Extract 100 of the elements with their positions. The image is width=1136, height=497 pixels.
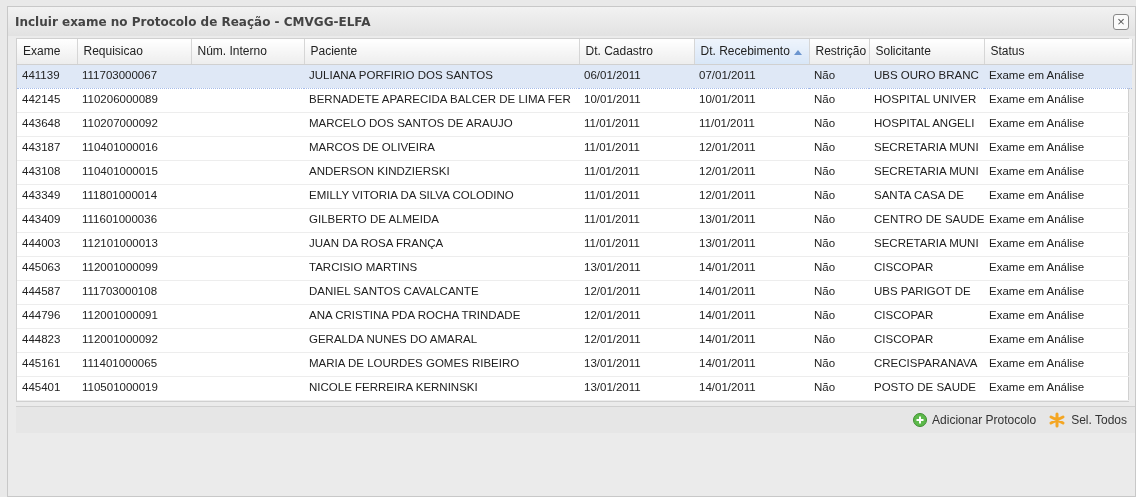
table-cell: Não [814, 213, 836, 226]
table-cell: 445161 [22, 357, 61, 370]
table-cell: 12/01/2011 [699, 141, 756, 154]
table-cell: Não [814, 381, 836, 394]
table-row[interactable]: 445161 111401000065 MARIA DE LOURDES GOMES RIBEIRO 13/01/2011 14/01/2011 Não CRECISPARANAVA Exame em Análise [17, 352, 1132, 376]
table-cell: Não [814, 261, 836, 274]
table-cell: Não [814, 333, 836, 346]
table-cell: Exame em Análise [989, 165, 1085, 178]
table-cell: SECRETARIA MUNI [874, 165, 979, 178]
table-cell: Não [814, 165, 836, 178]
table-row[interactable]: 444003 112101000013 JUAN DA ROSA FRANÇA 11/01/2011 13/01/2011 Não SECRETARIA MUNI Exame em Análise [17, 232, 1132, 256]
select-all-button[interactable]: Sel. Todos [1046, 410, 1129, 429]
table-cell: UBS OURO BRANC [874, 69, 979, 82]
table-cell: 445401 [22, 381, 61, 394]
table-cell: 111703000108 [82, 285, 158, 298]
table-row[interactable]: 444796 112001000091 ANA CRISTINA PDA ROCHA TRINDADE 12/01/2011 14/01/2011 Não CISCOPAR Exame em Análise [17, 304, 1132, 328]
table-cell: Não [814, 285, 836, 298]
column-header[interactable]: Restrição [809, 39, 869, 64]
table-cell: 444823 [22, 333, 61, 346]
table-cell: Não [814, 69, 836, 82]
table-cell: Não [814, 309, 836, 322]
table-cell: Não [814, 117, 836, 130]
table-row[interactable]: 443108 110401000015 ANDERSON KINDZIERSKI 11/01/2011 12/01/2011 Não SECRETARIA MUNI Exame em Análise [17, 160, 1132, 184]
plus-circle-icon [913, 412, 928, 427]
table-cell: GILBERTO DE ALMEIDA [309, 213, 439, 226]
table-cell: 13/01/2011 [584, 261, 641, 274]
table-cell: 443187 [22, 141, 61, 154]
close-button[interactable]: × [1113, 13, 1129, 30]
table-cell: 11/01/2011 [584, 141, 640, 154]
table-cell: Não [814, 93, 836, 106]
table-cell: 443409 [22, 213, 61, 226]
table-cell: 14/01/2011 [699, 357, 756, 370]
table-cell: CISCOPAR [874, 333, 934, 346]
table-cell: DANIEL SANTOS CAVALCANTE [309, 285, 479, 298]
table-cell: CISCOPAR [874, 261, 934, 274]
table-cell: 442145 [22, 93, 61, 106]
column-header[interactable]: Paciente [304, 39, 579, 64]
column-header[interactable]: Dt. Cadastro [579, 39, 694, 64]
table-row[interactable]: 441139 111703000067 JULIANA PORFIRIO DOS SANTOS 06/01/2011 07/01/2011 Não UBS OURO BRANC Exame em Análise [17, 64, 1132, 88]
table-cell: 111601000036 [82, 213, 158, 226]
table-cell: Não [814, 189, 836, 202]
table-cell: 11/01/2011 [584, 213, 640, 226]
table-cell: 445063 [22, 261, 61, 274]
table-cell: 11/01/2011 [584, 117, 640, 130]
table-cell: Exame em Análise [989, 69, 1085, 82]
table-cell: 11/01/2011 [699, 117, 755, 130]
column-header[interactable]: Exame [17, 39, 77, 64]
table-cell: Exame em Análise [989, 285, 1085, 298]
table-cell: MARCELO DOS SANTOS DE ARAUJO [309, 117, 513, 130]
table-row[interactable]: 445063 112001000099 TARCISIO MARTINS 13/01/2011 14/01/2011 Não CISCOPAR Exame em Análise [17, 256, 1132, 280]
column-header[interactable]: Status [984, 39, 1132, 64]
table-cell: 11/01/2011 [584, 189, 640, 202]
table-cell: 110207000092 [82, 117, 158, 130]
table-cell: 12/01/2011 [584, 285, 641, 298]
table-cell: Não [814, 141, 836, 154]
table-cell: Exame em Análise [989, 213, 1085, 226]
table-cell: CISCOPAR [874, 309, 934, 322]
table-cell: 110401000015 [82, 165, 158, 178]
table-cell: 14/01/2011 [699, 261, 756, 274]
table-cell: TARCISIO MARTINS [309, 261, 418, 274]
column-header[interactable]: Solicitante [869, 39, 984, 64]
table-cell: Exame em Análise [989, 309, 1085, 322]
table-cell: 14/01/2011 [699, 333, 756, 346]
table-cell: 441139 [22, 69, 60, 82]
table-row[interactable]: 445401 110501000019 NICOLE FERREIRA KERNINSKI 13/01/2011 14/01/2011 Não POSTO DE SAUDE Exame em Análise [17, 376, 1132, 400]
table-row[interactable]: 443349 111801000014 EMILLY VITORIA DA SILVA COLODINO 11/01/2011 12/01/2011 Não SANTA CASA DE Exame em Análise [17, 184, 1132, 208]
table-row[interactable]: 443648 110207000092 MARCELO DOS SANTOS DE ARAUJO 11/01/2011 11/01/2011 Não HOSPITAL ANGELI Exame em Análise [17, 112, 1132, 136]
table-cell: 110401000016 [82, 141, 158, 154]
table-row[interactable]: 442145 110206000089 BERNADETE APARECIDA BALCER DE LIMA FER 10/01/2011 10/01/2011 Não HOSPITAL UNIVER Exame em Análise [17, 88, 1132, 112]
table-cell: 14/01/2011 [699, 285, 756, 298]
table-row[interactable]: 444823 112001000092 GERALDA NUNES DO AMARAL 12/01/2011 14/01/2011 Não CISCOPAR Exame em Análise [17, 328, 1132, 352]
window-title: Incluir exame no Protocolo de Reação - CMVGG-ELFA [15, 13, 371, 31]
table-cell: 13/01/2011 [584, 381, 641, 394]
column-header[interactable]: Requisicao [77, 39, 191, 64]
table-cell: Exame em Análise [989, 333, 1085, 346]
add-protocol-button[interactable]: Adicionar Protocolo [911, 410, 1039, 429]
table-cell: 13/01/2011 [699, 237, 756, 250]
table-row[interactable]: 444587 111703000108 DANIEL SANTOS CAVALCANTE 12/01/2011 14/01/2011 Não UBS PARIGOT DE Exame em Análise [17, 280, 1132, 304]
table-cell: Exame em Análise [989, 117, 1085, 130]
table-cell: 12/01/2011 [699, 189, 756, 202]
table-row[interactable]: 443187 110401000016 MARCOS DE OLIVEIRA 11/01/2011 12/01/2011 Não SECRETARIA MUNI Exame em Análise [17, 136, 1132, 160]
table-cell: UBS PARIGOT DE [874, 285, 971, 298]
table-cell: JULIANA PORFIRIO DOS SANTOS [309, 69, 493, 82]
column-header[interactable]: Dt. Recebimento [694, 39, 809, 64]
table-cell: MARCOS DE OLIVEIRA [309, 141, 435, 154]
table-cell: Exame em Análise [989, 189, 1085, 202]
table-cell: NICOLE FERREIRA KERNINSKI [309, 381, 478, 394]
table-cell: BERNADETE APARECIDA BALCER DE LIMA FER [309, 93, 571, 106]
table-cell: Exame em Análise [989, 381, 1085, 394]
table-row[interactable]: 443409 111601000036 GILBERTO DE ALMEIDA 11/01/2011 13/01/2011 Não CENTRO DE SAUDE Exame em Análise [17, 208, 1132, 232]
table-cell: SECRETARIA MUNI [874, 141, 979, 154]
table-cell: EMILLY VITORIA DA SILVA COLODINO [309, 189, 514, 202]
table-cell: HOSPITAL UNIVER [874, 93, 977, 106]
column-header[interactable]: Núm. Interno [191, 39, 304, 64]
table-cell: MARIA DE LOURDES GOMES RIBEIRO [309, 357, 520, 370]
table-cell: 13/01/2011 [699, 213, 756, 226]
table-cell: 444003 [22, 237, 61, 250]
table-cell: 111703000067 [82, 69, 158, 82]
table-cell: POSTO DE SAUDE [874, 381, 977, 394]
table-cell: 111801000014 [82, 189, 158, 202]
